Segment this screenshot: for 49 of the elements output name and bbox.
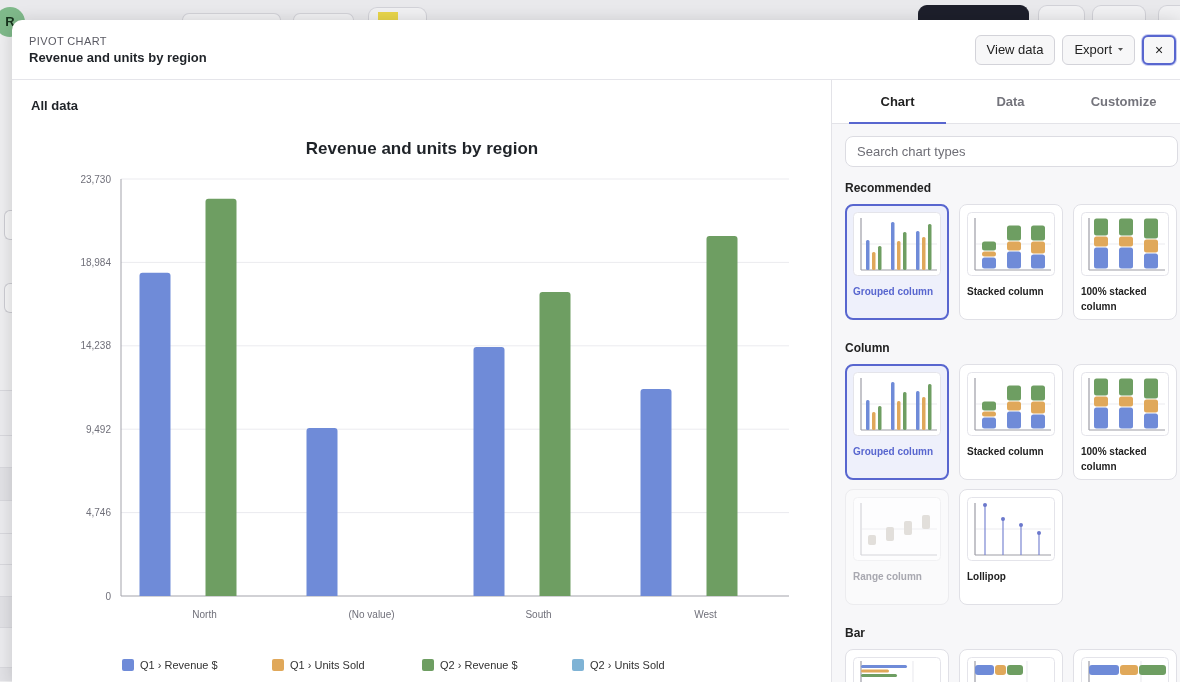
legend-label: Q1 › Units Sold — [290, 659, 365, 671]
range-columns-icon — [853, 497, 941, 561]
chart-type-card[interactable]: 100% stacked column — [1073, 364, 1177, 480]
section-heading: Column — [845, 341, 891, 356]
chart-type-card[interactable]: Lollipop — [959, 489, 1063, 605]
full-stacked-columns-icon — [1081, 372, 1169, 436]
section-heading: Recommended — [845, 181, 933, 196]
dialog-title: Revenue and units by region — [29, 49, 208, 66]
chart-type-card[interactable]: 100% stacked column — [1073, 204, 1177, 320]
chart-type-card[interactable]: Grouped column — [845, 204, 949, 320]
axis-tick-label: 18,984 — [80, 256, 111, 268]
scope-label: All data — [31, 98, 79, 114]
full-stacked-columns-icon — [1081, 212, 1169, 276]
search-field[interactable]: Search chart types — [845, 136, 1178, 167]
legend-label: Q2 › Units Sold — [590, 659, 665, 671]
axis-tick-label: 4,746 — [85, 507, 111, 519]
caret-icon — [1118, 48, 1123, 51]
grouped-columns-icon — [853, 372, 941, 436]
chart-type-card[interactable]: Stacked column — [959, 204, 1063, 320]
section-heading: Bar — [845, 626, 866, 641]
tab[interactable]: Customize — [1067, 80, 1180, 123]
axis-category-label: South — [525, 609, 552, 620]
view-data-button[interactable]: View data — [974, 34, 1056, 65]
list-row — [0, 467, 12, 500]
legend-label: Q2 › Revenue $ — [440, 659, 518, 671]
tab[interactable]: Data — [954, 80, 1067, 123]
grouped-columns-icon — [853, 212, 941, 276]
dialog-eyebrow: PIVOT CHART — [29, 33, 108, 48]
close-button[interactable]: × — [1142, 34, 1176, 65]
lollipop-chart-icon — [967, 497, 1055, 561]
axis-tick-label: 14,238 — [80, 340, 111, 352]
list-row — [0, 596, 12, 627]
square-icon — [378, 12, 398, 20]
toolbar-button[interactable] — [918, 5, 1029, 20]
list-row — [0, 667, 12, 681]
axis-category-label: North — [192, 609, 217, 620]
axis-category-label: (No value) — [348, 609, 395, 620]
stacked-columns-icon — [967, 212, 1055, 276]
chart-type-card[interactable]: Grouped column — [845, 364, 949, 480]
axis-tick-label: 23,730 — [80, 173, 111, 185]
legend-label: Q1 › Revenue $ — [140, 659, 218, 671]
tab[interactable]: Chart — [841, 80, 954, 123]
axis-category-label: West — [694, 609, 717, 620]
chart-title: Revenue and units by region — [305, 139, 539, 158]
export-button[interactable]: Export — [1062, 34, 1135, 65]
axis-tick-label: 0 — [105, 590, 111, 602]
axis-tick-label: 9,492 — [85, 423, 111, 435]
stacked-columns-icon — [967, 372, 1055, 436]
chart-type-card[interactable]: Stacked column — [959, 364, 1063, 480]
